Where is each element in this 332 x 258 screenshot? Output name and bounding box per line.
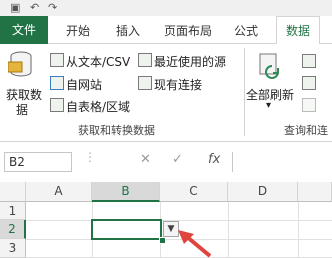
undo-icon[interactable]: ↶ bbox=[30, 1, 39, 14]
cancel-icon[interactable]: ✕ bbox=[140, 152, 151, 167]
column-header-b[interactable]: B bbox=[92, 182, 160, 202]
from-table-label: 自表格/区域 bbox=[66, 100, 131, 114]
fx-icon[interactable]: fx bbox=[208, 152, 220, 167]
name-box[interactable]: B2 bbox=[4, 152, 72, 172]
from-text-label: 从文本/CSV bbox=[66, 55, 131, 69]
save-icon[interactable]: ▣ bbox=[10, 1, 20, 14]
web-icon bbox=[50, 76, 64, 90]
redo-icon[interactable]: ↷ bbox=[48, 1, 57, 14]
annotation-arrow-icon bbox=[178, 230, 212, 258]
tab-page-layout[interactable]: 页面布局 bbox=[164, 22, 212, 39]
queries-group-label: 查询和连 bbox=[284, 124, 328, 137]
enter-icon[interactable]: ✓ bbox=[172, 152, 183, 167]
group-divider bbox=[244, 48, 245, 136]
tab-data[interactable]: 数据 bbox=[276, 16, 320, 45]
tab-file[interactable]: 文件 bbox=[0, 16, 48, 44]
column-header-c[interactable]: C bbox=[160, 182, 228, 202]
chevron-down-icon[interactable]: ▾ bbox=[266, 100, 271, 111]
get-data-label-2: 据 bbox=[16, 103, 29, 117]
database-icon bbox=[8, 51, 32, 77]
select-all-corner[interactable] bbox=[0, 182, 26, 202]
row-header-3[interactable]: 3 bbox=[0, 239, 26, 258]
tab-formulas[interactable]: 公式 bbox=[234, 22, 258, 39]
column-header-a[interactable]: A bbox=[26, 182, 92, 202]
gridline bbox=[228, 202, 229, 258]
row-header-2[interactable]: 2 bbox=[0, 220, 26, 239]
formula-input[interactable] bbox=[232, 152, 332, 172]
properties-icon[interactable] bbox=[302, 76, 316, 90]
text-csv-icon bbox=[50, 53, 64, 67]
existing-connections-label: 现有连接 bbox=[154, 78, 203, 92]
formula-bar-more-icon: ⋮ bbox=[84, 150, 96, 164]
fill-handle[interactable] bbox=[159, 237, 166, 244]
refresh-icon bbox=[259, 53, 279, 79]
from-web-label: 自网站 bbox=[66, 78, 103, 92]
column-header-e[interactable] bbox=[298, 182, 332, 202]
queries-icon[interactable] bbox=[302, 54, 316, 68]
edit-links-icon[interactable] bbox=[302, 98, 316, 112]
connections-icon bbox=[138, 76, 152, 90]
tab-home[interactable]: 开始 bbox=[66, 22, 90, 39]
quick-access-toolbar: ▣ ↶ ↷ bbox=[0, 0, 332, 16]
get-transform-group-label: 获取和转换数据 bbox=[78, 124, 155, 137]
tab-insert[interactable]: 插入 bbox=[116, 22, 140, 39]
row-header-1[interactable]: 1 bbox=[0, 202, 26, 220]
selected-cell-b2[interactable] bbox=[91, 219, 162, 240]
gridline bbox=[298, 202, 299, 258]
recent-sources-icon bbox=[138, 53, 152, 67]
column-header-d[interactable]: D bbox=[228, 182, 298, 202]
table-icon bbox=[50, 98, 64, 112]
gridline bbox=[26, 220, 332, 221]
recent-sources-label: 最近使用的源 bbox=[154, 55, 227, 69]
